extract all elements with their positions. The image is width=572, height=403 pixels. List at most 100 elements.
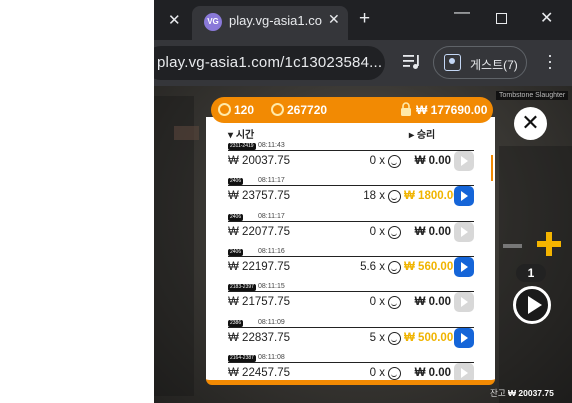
row-multiplier: 0 x [369, 366, 385, 379]
row-win: ₩ 0.00 [414, 366, 451, 379]
window-close-icon[interactable]: ✕ [540, 8, 553, 27]
round-time: 08:11:08 [258, 353, 285, 361]
profile-label: 게스트(7) [470, 58, 518, 72]
balance-header: 120 267720 ₩ 177690.00 [211, 97, 493, 123]
smiley-icon [388, 331, 401, 345]
row-win: ₩ 1800.00 [404, 190, 460, 203]
row-balance: ₩ 22077.75 [228, 225, 291, 238]
media-playlist-icon[interactable] [403, 54, 421, 70]
maximize-icon[interactable] [496, 13, 507, 24]
history-row: 2406 08:11:16 ₩ 22197.75 5.6 x ₩ 560.00 [228, 247, 474, 283]
footer-balance-value: ₩ 20037.75 [508, 388, 554, 398]
bet-count: 1 [516, 264, 546, 282]
row-win: ₩ 0.00 [414, 225, 451, 238]
round-time: 08:11:16 [258, 247, 285, 255]
row-multiplier: 5.6 x [360, 260, 385, 273]
round-tag: 2406 [228, 178, 244, 186]
row-balance: ₩ 20037.75 [228, 155, 291, 167]
replay-button[interactable] [454, 221, 474, 242]
row-multiplier: 0 x [369, 225, 385, 238]
smiley-icon [388, 296, 401, 310]
scrollbar-thumb[interactable] [491, 155, 493, 181]
plus-icon[interactable] [537, 232, 561, 256]
round-tag: 2164-2387 [228, 354, 256, 362]
locked-balance: ₩ 177690.00 [416, 103, 488, 117]
replay-button[interactable] [454, 151, 474, 171]
minimize-icon[interactable]: — [454, 4, 470, 22]
lock-icon [401, 102, 411, 116]
footer-balance: 잔고 ₩ 20037.75 [490, 387, 554, 399]
round-time: 08:11:15 [258, 283, 285, 291]
row-multiplier: 0 x [369, 155, 385, 167]
row-win: ₩ 500.00 [404, 331, 454, 344]
history-row: 2386 08:11:09 ₩ 22837.75 5 x ₩ 500.00 [228, 318, 474, 354]
row-divider [228, 220, 474, 222]
chips-coin-icon [271, 103, 284, 116]
row-win: ₩ 560.00 [404, 260, 454, 273]
time-column-header[interactable]: ▾ 시간 [228, 126, 254, 141]
smiley-icon [388, 155, 401, 168]
game-viewport: Tombstone Slaughter ▾ 시간 ▸ 승리 2311-2419 0… [154, 86, 572, 403]
row-balance: ₩ 23757.75 [228, 190, 291, 203]
history-row: 2164-2387 08:11:08 ₩ 22457.75 0 x ₩ 0.00 [228, 353, 474, 380]
row-divider [228, 361, 474, 363]
address-bar[interactable]: play.vg-asia1.com/1c13023584... [154, 46, 385, 80]
history-panel: ▾ 시간 ▸ 승리 2311-2419 08:11:43 ₩ 20037.75 0 x… [206, 117, 495, 385]
browser-tab[interactable]: VG play.vg-asia1.co ✕ [192, 6, 348, 40]
replay-button[interactable] [454, 186, 474, 207]
round-tag: 2406 [228, 213, 244, 221]
guest-profile-icon [444, 54, 461, 71]
close-icon[interactable]: ✕ [168, 11, 181, 29]
row-win: ₩ 0.00 [414, 296, 451, 309]
row-balance: ₩ 22457.75 [228, 366, 291, 379]
round-tag: 2406 [228, 248, 244, 256]
smiley-icon [388, 260, 401, 274]
play-icon[interactable] [513, 286, 551, 324]
row-divider [228, 326, 474, 328]
browser-window: ✕ VG play.vg-asia1.co ✕ + — ✕ play.vg-as… [154, 0, 572, 403]
win-column-header[interactable]: ▸ 승리 [409, 126, 435, 141]
round-time: 08:11:17 [258, 212, 285, 220]
game-title-badge: Tombstone Slaughter [496, 91, 569, 100]
replay-button[interactable] [454, 362, 474, 380]
row-balance: ₩ 22197.75 [228, 260, 291, 273]
favicon-icon: VG [204, 13, 222, 31]
screenshot-root: ✕ VG play.vg-asia1.co ✕ + — ✕ play.vg-as… [0, 0, 572, 403]
round-tag: 2311-2419 [228, 143, 256, 150]
history-row: 2183-2397 08:11:15 ₩ 21757.75 0 x ₩ 0.00 [228, 283, 474, 318]
win-header-label: 승리 [416, 130, 436, 141]
row-multiplier: 18 x [363, 190, 385, 203]
tab-close-icon[interactable]: ✕ [328, 12, 340, 28]
round-time: 08:11:09 [258, 318, 285, 326]
row-divider [228, 150, 474, 151]
footer-balance-label: 잔고 [490, 388, 506, 398]
row-multiplier: 0 x [369, 296, 385, 309]
replay-button[interactable] [454, 256, 474, 277]
row-divider [228, 291, 474, 293]
row-multiplier: 5 x [369, 331, 385, 344]
coin-value: 120 [234, 103, 255, 117]
history-row: 2406 08:11:17 ₩ 22077.75 0 x ₩ 0.00 [228, 212, 474, 248]
history-row: 2311-2419 08:11:43 ₩ 20037.75 0 x ₩ 0.00 [228, 142, 474, 177]
row-divider [228, 185, 474, 187]
round-time: 08:11:43 [258, 142, 285, 149]
replay-button[interactable] [454, 292, 474, 313]
row-win: ₩ 0.00 [414, 155, 451, 167]
replay-button[interactable] [454, 327, 474, 348]
smiley-coin-icon [218, 103, 231, 116]
tab-title: play.vg-asia1.co [229, 13, 322, 28]
row-balance: ₩ 22837.75 [228, 331, 291, 344]
url-text[interactable]: play.vg-asia1.com/1c13023584... [157, 54, 382, 71]
round-tag: 2183-2397 [228, 284, 256, 292]
smiley-icon [388, 225, 401, 239]
time-header-label: 시간 [235, 130, 255, 141]
close-game-icon[interactable]: ✕ [514, 107, 547, 140]
background-building [154, 96, 194, 396]
minus-icon[interactable] [503, 244, 522, 248]
profile-button[interactable]: 게스트(7) [433, 46, 527, 79]
smiley-icon [388, 190, 401, 204]
menu-dots-icon[interactable]: · · · [546, 46, 554, 76]
round-tag: 2386 [228, 319, 244, 327]
new-tab-icon[interactable]: + [359, 8, 370, 30]
history-row: 2406 08:11:17 ₩ 23757.75 18 x ₩ 1800.00 [228, 177, 474, 212]
